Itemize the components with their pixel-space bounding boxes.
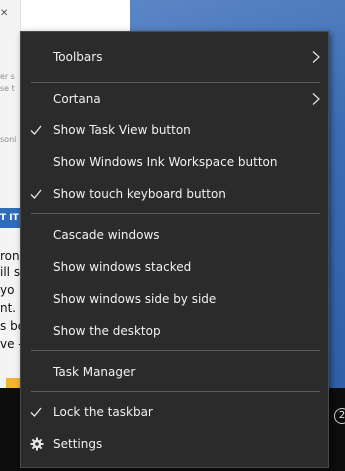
menu-item-show-windows-ink-workspace-button[interactable]: Show Windows Ink Workspace button — [21, 147, 328, 177]
menu-item-label: Settings — [53, 437, 103, 451]
background-text-fragment: soni — [0, 135, 17, 144]
menu-item-cortana[interactable]: Cortana — [21, 84, 328, 114]
background-text-fragment: er s — [0, 72, 15, 81]
menu-item-label: Cortana — [53, 92, 101, 106]
menu-item-show-windows-side-by-side[interactable]: Show windows side by side — [21, 284, 328, 314]
menu-separator — [31, 213, 320, 214]
menu-item-label: Cascade windows — [53, 228, 160, 242]
menu-item-label: Show the desktop — [53, 324, 161, 338]
menu-item-label: Show Task View button — [53, 123, 191, 137]
checkmark-icon — [30, 125, 42, 135]
menu-item-label: Toolbars — [53, 50, 103, 64]
menu-item-show-touch-keyboard-button[interactable]: Show touch keyboard button — [21, 179, 328, 209]
menu-item-label: Show windows stacked — [53, 260, 192, 274]
checkmark-icon — [30, 407, 42, 417]
chevron-right-icon — [312, 51, 320, 63]
menu-item-label: Show touch keyboard button — [53, 187, 226, 201]
taskbar-context-menu: Toolbars Cortana Show Task View button S… — [20, 31, 329, 468]
background-text-fragment: se t — [0, 84, 15, 93]
menu-item-toolbars[interactable]: Toolbars — [21, 42, 328, 72]
folder-icon — [6, 378, 20, 388]
background-text-fragment: yo — [0, 283, 15, 297]
menu-item-label: Task Manager — [53, 365, 136, 379]
menu-item-label: Show windows side by side — [53, 292, 217, 306]
menu-item-show-task-view-button[interactable]: Show Task View button — [21, 115, 328, 145]
menu-item-task-manager[interactable]: Task Manager — [21, 357, 328, 387]
menu-separator — [31, 350, 320, 351]
background-text-fragment: ill s — [0, 265, 21, 279]
menu-item-lock-the-taskbar[interactable]: Lock the taskbar — [21, 397, 328, 427]
menu-item-show-windows-stacked[interactable]: Show windows stacked — [21, 252, 328, 282]
checkmark-icon — [30, 189, 42, 199]
background-link-fragment: T IT — [0, 208, 20, 228]
background-window-title-fragment: ✕ — [0, 8, 8, 19]
background-text-fragment: nt. — [0, 301, 17, 315]
menu-item-settings[interactable]: Settings — [21, 429, 328, 459]
menu-separator — [31, 391, 320, 392]
notification-count-badge[interactable]: 2 — [334, 408, 345, 424]
menu-item-cascade-windows[interactable]: Cascade windows — [21, 220, 328, 250]
menu-item-label: Lock the taskbar — [53, 405, 153, 419]
gear-icon — [30, 437, 44, 451]
menu-separator — [31, 82, 320, 83]
chevron-right-icon — [312, 93, 320, 105]
close-icon: ✕ — [0, 8, 9, 19]
menu-item-label: Show Windows Ink Workspace button — [53, 155, 278, 169]
menu-item-show-the-desktop[interactable]: Show the desktop — [21, 316, 328, 346]
